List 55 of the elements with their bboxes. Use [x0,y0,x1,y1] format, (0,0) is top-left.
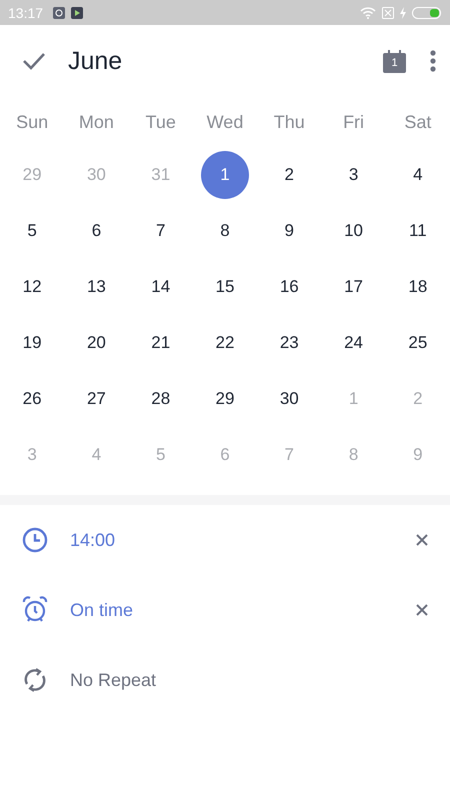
calendar-day[interactable]: 24 [330,319,378,367]
weekday-label: Mon [78,111,115,134]
clear-icon[interactable] [416,534,428,546]
confirm-check-icon[interactable] [22,51,46,71]
calendar-day[interactable]: 5 [8,207,56,255]
weekday-label: Sun [15,111,50,134]
no-sim-icon [382,6,394,18]
calendar-day[interactable]: 10 [330,207,378,255]
calendar-day[interactable]: 19 [8,319,56,367]
app-notification-icon [53,6,66,18]
calendar-day[interactable]: 25 [394,319,442,367]
option-label[interactable]: 14:00 [70,530,416,550]
calendar-day[interactable]: 13 [72,263,120,311]
calendar-day[interactable]: 9 [265,207,314,255]
calendar-day[interactable]: 8 [200,207,249,255]
calendar-day[interactable]: 16 [265,263,314,311]
calendar-day[interactable]: 15 [200,263,249,311]
calendar-day[interactable]: 2 [265,151,314,199]
calendar-day[interactable]: 18 [394,263,442,311]
calendar-day[interactable]: 28 [136,375,185,423]
today-calendar-button[interactable]: 1 [383,53,406,73]
calendar-day[interactable]: 11 [394,207,442,255]
calendar-day[interactable]: 12 [8,263,56,311]
weekday-label: Sat [403,111,432,134]
calendar-day[interactable]: 4 [394,151,442,199]
calendar-day[interactable]: 17 [330,263,378,311]
calendar-day[interactable]: 29 [200,375,249,423]
app-notification-icon [71,6,84,18]
month-title: June [68,46,124,76]
clock-icon [22,527,48,553]
calendar-day[interactable]: 26 [8,375,56,423]
charging-icon [400,6,406,18]
calendar-day[interactable]: 20 [72,319,120,367]
calendar-day[interactable]: 1 [200,151,249,199]
clear-icon[interactable] [416,604,428,616]
option-label[interactable]: On time [70,600,416,620]
weekday-label: Fri [342,111,366,134]
calendar-day[interactable]: 3 [330,151,378,199]
calendar-day[interactable]: 22 [200,319,249,367]
calendar-day[interactable]: 27 [72,375,120,423]
battery-icon [412,6,442,18]
option-label[interactable]: No Repeat [70,670,428,690]
calendar-day[interactable]: 21 [136,319,185,367]
weekday-label: Tue [144,111,177,134]
calendar-day[interactable]: 30 [265,375,314,423]
calendar-day[interactable]: 7 [136,207,185,255]
repeat-icon [22,667,48,693]
alarm-clock-icon [22,596,48,624]
weekday-label: Thu [272,111,306,134]
wifi-icon [360,6,376,18]
weekday-label: Wed [206,111,244,134]
calendar-day[interactable]: 6 [72,207,120,255]
calendar-day[interactable]: 23 [265,319,314,367]
calendar-day[interactable]: 14 [136,263,185,311]
more-menu-icon[interactable] [430,50,436,72]
